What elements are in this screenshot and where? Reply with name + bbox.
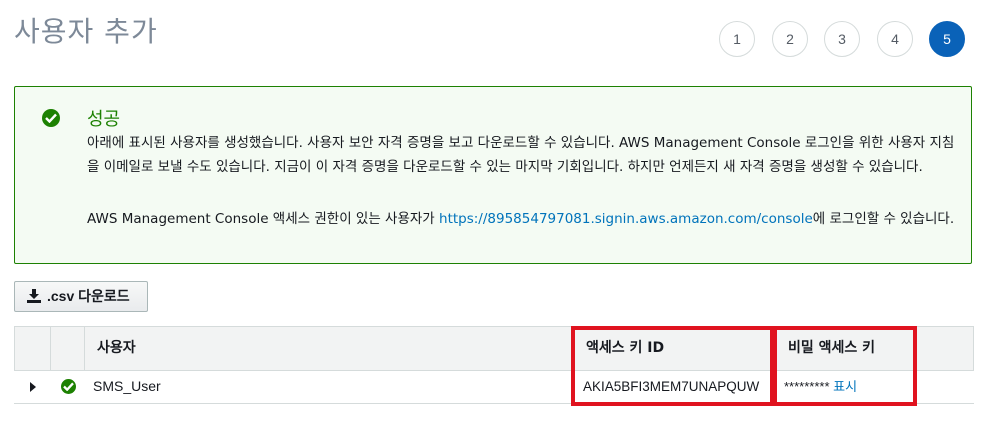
step-3[interactable]: 3 xyxy=(824,21,860,57)
header-user[interactable]: 사용자 xyxy=(84,327,573,370)
cell-user: SMS_User xyxy=(93,378,161,394)
download-icon xyxy=(27,288,41,303)
step-5[interactable]: 5 xyxy=(929,21,965,57)
highlight-access-key-id xyxy=(571,326,774,406)
page-title: 사용자 추가 xyxy=(14,15,158,48)
step-2[interactable]: 2 xyxy=(772,21,808,57)
row-success-icon xyxy=(61,379,76,394)
alert-message: 아래에 표시된 사용자를 생성했습니다. 사용자 보안 자격 증명을 보고 다운… xyxy=(87,135,955,175)
console-text-suffix: 에 로그인할 수 있습니다. xyxy=(812,211,955,227)
alert-title: 성공 xyxy=(87,109,121,130)
success-check-icon xyxy=(42,109,60,127)
alert-console-info: AWS Management Console 액세스 권한이 있는 사용자가 h… xyxy=(87,207,967,231)
success-alert: 성공 아래에 표시된 사용자를 생성했습니다. 사용자 보안 자격 증명을 보고… xyxy=(14,86,972,264)
download-csv-label: .csv 다운로드 xyxy=(47,288,130,304)
header-expand-col xyxy=(15,327,50,370)
expand-row-icon[interactable] xyxy=(30,382,36,392)
header-status-col xyxy=(50,327,84,370)
console-text-prefix: AWS Management Console 액세스 권한이 있는 사용자가 xyxy=(87,211,440,227)
step-4[interactable]: 4 xyxy=(877,21,913,57)
download-csv-button[interactable]: .csv 다운로드 xyxy=(14,281,148,312)
highlight-secret-key xyxy=(773,326,917,406)
console-signin-link[interactable]: https://895854797081.signin.aws.amazon.c… xyxy=(439,211,813,227)
step-1[interactable]: 1 xyxy=(719,21,755,57)
